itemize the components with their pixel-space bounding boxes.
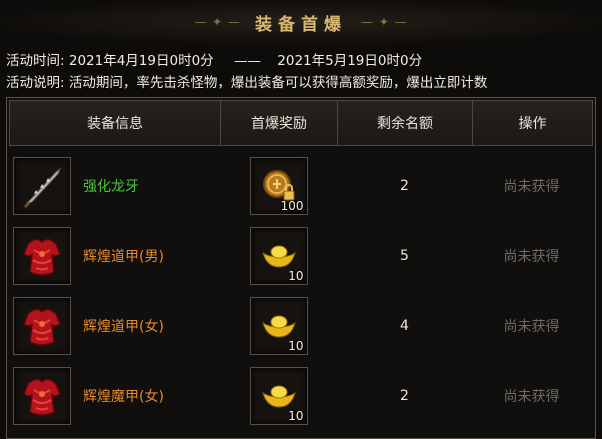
page-title: 装备首爆: [255, 14, 347, 35]
time-separator: ——: [233, 53, 261, 69]
action-cell: 尚未获得: [472, 151, 591, 221]
activity-time: 活动时间: 2021年4月19日0时0分 —— 2021年5月19日0时0分: [6, 49, 422, 69]
remaining-count: 2: [400, 388, 409, 404]
remaining-count: 4: [400, 318, 409, 334]
claim-status-button[interactable]: 尚未获得: [504, 316, 560, 336]
item-info-cell: 辉煌魔甲(女): [9, 361, 220, 431]
reward-cell: 100: [220, 151, 337, 221]
table-row: 辉煌道甲(女) 10 4 尚未获得: [9, 291, 593, 361]
reward-count: 10: [288, 409, 304, 423]
reward-cell: 10: [220, 221, 337, 291]
title-bar: — ✦ — 装备首爆 — ✦ —: [0, 0, 602, 44]
activity-time-label: 活动时间:: [6, 53, 65, 69]
item-slot[interactable]: [13, 227, 71, 285]
item-info-cell: 辉煌道甲(女): [9, 291, 220, 361]
activity-description: 活动说明: 活动期间，率先击杀怪物，爆出装备可以获得高额奖励，爆出立即计数: [6, 71, 487, 91]
remaining-count: 5: [400, 248, 409, 264]
activity-start-time: 2021年4月19日0时0分: [68, 53, 214, 69]
reward-count: 10: [288, 339, 304, 353]
activity-desc-text: 活动期间，率先击杀怪物，爆出装备可以获得高额奖励，爆出立即计数: [68, 75, 488, 91]
red-armor-icon: [23, 378, 61, 416]
gold-ingot-icon: [261, 315, 296, 338]
activity-desc-label: 活动说明:: [6, 75, 65, 91]
table-row: 辉煌道甲(男) 10 5 尚未获得: [9, 221, 593, 291]
reward-slot[interactable]: 10: [249, 297, 308, 355]
table-row: 辉煌魔甲(女) 10 2 尚未获得: [9, 361, 593, 431]
action-cell: 尚未获得: [472, 291, 591, 361]
item-name: 辉煌道甲(男): [83, 249, 164, 265]
item-slot[interactable]: [13, 157, 71, 215]
item-name: 辉煌道甲(女): [83, 319, 164, 335]
remaining-cell: 2: [337, 151, 472, 221]
remaining-cell: 2: [337, 361, 472, 431]
reward-count: 100: [280, 199, 304, 213]
column-header-action: 操作: [518, 116, 547, 132]
item-info-cell: 强化龙牙: [9, 151, 220, 221]
item-slot[interactable]: [13, 367, 71, 425]
table-header: 装备信息 首爆奖励 剩余名额 操作: [9, 100, 593, 146]
reward-slot[interactable]: 100: [249, 157, 308, 215]
item-name: 强化龙牙: [83, 179, 139, 195]
gold-ingot-icon: [261, 245, 296, 268]
table-row: 强化龙牙 100 2 尚未获得: [9, 151, 593, 221]
reward-count: 10: [288, 269, 304, 283]
red-armor-icon: [23, 238, 61, 276]
item-slot[interactable]: [13, 297, 71, 355]
remaining-cell: 5: [337, 221, 472, 291]
action-cell: 尚未获得: [472, 221, 591, 291]
item-info-cell: 辉煌道甲(男): [9, 221, 220, 291]
reward-slot[interactable]: 10: [249, 367, 308, 425]
claim-status-button[interactable]: 尚未获得: [504, 246, 560, 266]
title-decoration-right: — ✦ —: [361, 15, 408, 29]
claim-status-button[interactable]: 尚未获得: [504, 386, 560, 406]
remaining-cell: 4: [337, 291, 472, 361]
dragon-tooth-sword-icon: [24, 167, 62, 208]
reward-cell: 10: [220, 361, 337, 431]
red-armor-icon: [23, 308, 61, 346]
first-drop-table: 装备信息 首爆奖励 剩余名额 操作 强化龙牙 100 2 尚未获得 辉煌道甲(男…: [6, 97, 596, 439]
gold-ingot-icon: [261, 385, 296, 408]
reward-cell: 10: [220, 291, 337, 361]
reward-slot[interactable]: 10: [249, 227, 308, 285]
column-header-item-info: 装备信息: [10, 101, 221, 145]
column-header-remaining: 剩余名额: [338, 101, 473, 145]
title-decoration-left: — ✦ —: [194, 15, 241, 29]
remaining-count: 2: [400, 178, 409, 194]
activity-end-time: 2021年5月19日0时0分: [277, 53, 423, 69]
item-name: 辉煌魔甲(女): [83, 389, 164, 405]
column-header-first-reward: 首爆奖励: [221, 101, 338, 145]
claim-status-button[interactable]: 尚未获得: [504, 176, 560, 196]
action-cell: 尚未获得: [472, 361, 591, 431]
